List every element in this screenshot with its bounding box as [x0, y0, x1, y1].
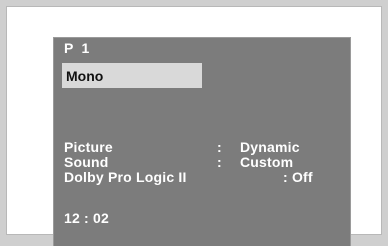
sound-mode-label: Mono [66, 68, 104, 84]
picture-label: Picture [64, 139, 113, 155]
program-number: P 1 [64, 40, 90, 56]
picture-colon: : [217, 139, 222, 155]
dolby-label: Dolby Pro Logic II [64, 169, 187, 185]
tv-osd-screen: P 1 Mono Picture : Dynamic Sound : Custo… [53, 37, 351, 246]
manual-figure-frame: P 1 Mono Picture : Dynamic Sound : Custo… [6, 6, 382, 246]
dolby-value: : Off [283, 169, 313, 185]
sound-value: Custom [240, 154, 294, 170]
sound-label: Sound [64, 154, 109, 170]
sound-mode-highlight: Mono [62, 63, 202, 88]
sound-colon: : [217, 154, 222, 170]
picture-value: Dynamic [240, 139, 300, 155]
clock-display: 12 : 02 [64, 210, 109, 226]
